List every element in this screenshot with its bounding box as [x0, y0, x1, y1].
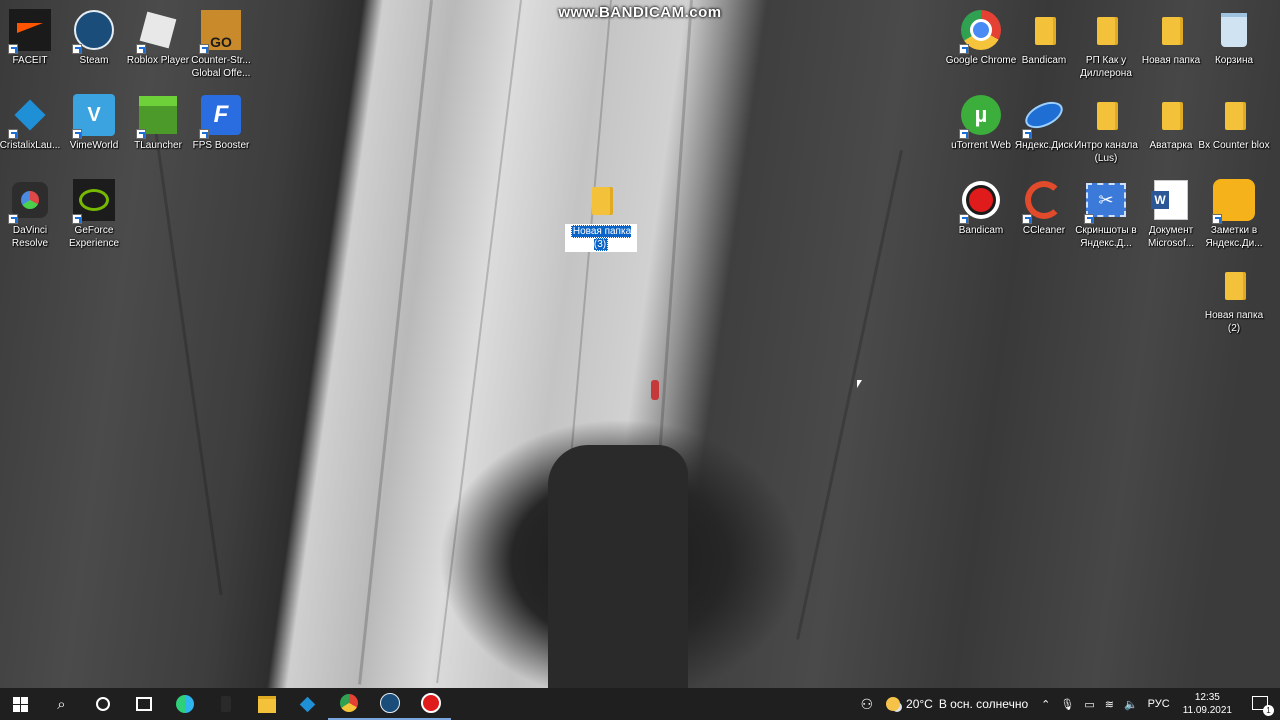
desktop-icon-utorrent[interactable]: µ uTorrent Web — [945, 89, 1017, 152]
desktop-icon-davinci[interactable]: DaVinci Resolve — [0, 174, 66, 250]
desktop-icon-chrome[interactable]: Google Chrome — [945, 4, 1017, 67]
taskbar-cristalix[interactable] — [287, 688, 328, 720]
taskbar-steam[interactable] — [369, 688, 410, 720]
desktop-folder-new-3-selected[interactable]: Новая папка (3) — [565, 174, 637, 252]
desktop-folder-intro[interactable]: Интро канала (Lus) — [1070, 89, 1142, 165]
davinci-icon — [12, 182, 48, 218]
taskbar-blank-app[interactable] — [205, 688, 246, 720]
taskbar-edge[interactable] — [164, 688, 205, 720]
bandicam-taskbar-icon — [420, 693, 441, 713]
desktop-icon-yandex-notes[interactable]: Заметки в Яндекс.Ди... — [1198, 174, 1270, 250]
taskbar-chrome[interactable] — [328, 688, 369, 720]
recycle-bin-icon — [1221, 13, 1247, 47]
folder-icon — [1156, 15, 1186, 45]
desktop-folder-new-2[interactable]: Новая папка (2) — [1198, 259, 1270, 335]
folder-icon — [1091, 100, 1121, 130]
clock[interactable]: 12:35 11.09.2021 — [1175, 691, 1240, 717]
mouse-cursor — [857, 380, 862, 388]
task-view-button[interactable] — [123, 688, 164, 720]
cortana-button[interactable] — [82, 688, 123, 720]
cortana-icon — [95, 697, 110, 711]
desktop-icon-word-document[interactable]: W Документ Microsof... — [1135, 174, 1207, 250]
language-indicator[interactable]: РУС — [1143, 698, 1175, 710]
word-document-icon: W — [1151, 180, 1188, 220]
folder-icon — [1219, 100, 1249, 130]
steam-taskbar-icon — [379, 693, 400, 713]
desktop-folder-bx-counter-blox[interactable]: Bx Counter blox — [1198, 89, 1270, 152]
taskbar: ⌕ ⚇ 20°C В осн. солнечно ⌃ 🎙 ▭ ≋ 🔈 РУС 1… — [0, 688, 1280, 720]
search-icon: ⌕ — [57, 695, 66, 713]
microphone-icon[interactable]: 🎙 — [1055, 698, 1079, 711]
windows-start-button[interactable] — [0, 688, 41, 720]
weather-widget[interactable]: 20°C В осн. солнечно — [878, 697, 1036, 711]
yandex-disk-icon — [1021, 96, 1067, 134]
weather-sun-icon — [886, 697, 901, 711]
taskbar-file-explorer[interactable] — [246, 688, 287, 720]
folder-icon — [1091, 15, 1121, 45]
desktop-icon-vimeworld[interactable]: V VimeWorld — [58, 89, 130, 152]
desktop-icon-steam[interactable]: Steam — [58, 4, 130, 67]
chrome-taskbar-icon — [339, 694, 358, 712]
desktop-folder-rp[interactable]: РП Как у Диллерона — [1070, 4, 1142, 80]
desktop-icon-csgo[interactable]: GO Counter-Str... Global Offe... — [185, 4, 257, 80]
notification-count-badge: 1 — [1263, 704, 1274, 716]
volume-icon[interactable]: 🔈 — [1119, 698, 1143, 711]
edge-icon — [175, 695, 194, 713]
desktop-icon-cristalix[interactable]: CristalixLau... — [0, 89, 66, 152]
dark-boulder — [548, 445, 688, 688]
desktop-icon-geforce[interactable]: GeForce Experience — [58, 174, 130, 250]
cristalix-icon — [14, 99, 46, 131]
blank-app-icon — [220, 696, 231, 712]
desktop-icon-fps-booster[interactable]: F FPS Booster — [185, 89, 257, 152]
folder-icon — [1029, 15, 1059, 45]
file-explorer-icon — [257, 695, 276, 713]
folder-icon — [586, 185, 616, 215]
cristalix-taskbar-icon — [299, 696, 316, 712]
chevron-up-icon[interactable]: ⌃ — [1036, 698, 1055, 711]
climber-figure — [651, 380, 659, 400]
desktop-folder-new[interactable]: Новая папка — [1135, 4, 1207, 67]
desktop-icon-roblox[interactable]: Roblox Player — [122, 4, 194, 67]
roblox-icon — [139, 11, 177, 49]
desktop-icon-tlauncher[interactable]: TLauncher — [122, 89, 194, 152]
desktop-icon-faceit[interactable]: FACEIT — [0, 4, 66, 67]
system-tray: ⚇ 20°C В осн. солнечно ⌃ 🎙 ▭ ≋ 🔈 РУС 12:… — [855, 688, 1280, 720]
notification-button[interactable]: 1 — [1240, 695, 1280, 716]
windows-start-icon — [13, 696, 28, 712]
wifi-icon[interactable]: ≋ — [1100, 698, 1119, 711]
search-button[interactable]: ⌕ — [41, 688, 82, 720]
taskbar-bandicam[interactable] — [410, 688, 451, 720]
people-icon[interactable]: ⚇ — [855, 696, 878, 713]
folder-icon — [1156, 100, 1186, 130]
task-view-icon — [135, 697, 152, 711]
desktop-icon-bandicam[interactable]: Bandicam — [945, 174, 1017, 237]
yandex-screenshots-icon: ✂ — [1086, 183, 1126, 217]
battery-icon[interactable]: ▭ — [1079, 698, 1099, 711]
folder-icon — [1219, 270, 1249, 300]
desktop-icon-yandex-screenshots[interactable]: ✂ Скриншоты в Яндекс.Д... — [1070, 174, 1142, 250]
desktop-icon-recycle-bin[interactable]: Корзина — [1198, 4, 1270, 67]
folder-name-edit[interactable]: Новая папка (3) — [570, 225, 632, 251]
desktop-folder-avatarka[interactable]: Аватарка — [1135, 89, 1207, 152]
